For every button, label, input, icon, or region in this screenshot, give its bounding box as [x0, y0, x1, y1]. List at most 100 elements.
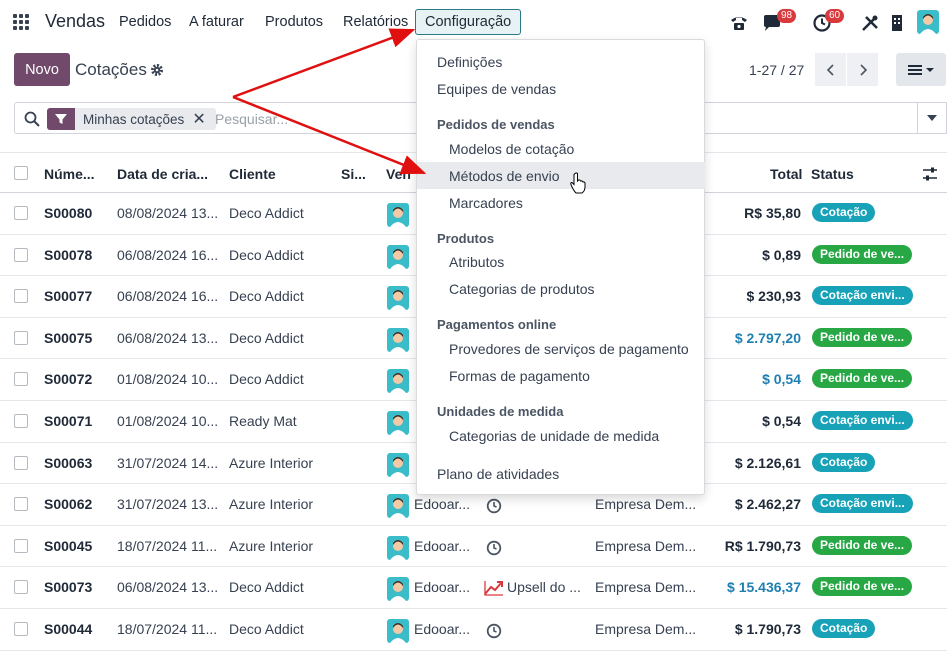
order-number: S00073 — [44, 579, 93, 596]
new-button[interactable]: Novo — [14, 53, 70, 86]
facet-remove-icon[interactable]: ✕ — [192, 109, 215, 129]
company-icon[interactable] — [887, 13, 907, 33]
order-total: R$ 35,80 — [744, 205, 801, 221]
creation-date: 31/07/2024 13... — [117, 496, 219, 513]
chevron-left-icon — [826, 63, 834, 76]
col-number[interactable]: Núme... — [44, 166, 95, 182]
menu-item-definicoes[interactable]: Definições — [437, 54, 502, 70]
order-number: S00063 — [44, 454, 93, 471]
order-total: $ 0,89 — [762, 246, 801, 263]
search-input[interactable]: Pesquisar... — [215, 111, 288, 127]
gear-icon[interactable] — [150, 63, 164, 77]
menu-item-metodos-de-envio[interactable]: Métodos de envio — [449, 168, 560, 184]
activity-clock-icon[interactable] — [486, 540, 502, 556]
column-settings-icon[interactable] — [922, 166, 938, 182]
configuracao-dropdown: Definições Equipes de vendas Pedidos de ve… — [416, 39, 705, 495]
nav-pedidos[interactable]: Pedidos — [119, 14, 171, 30]
list-view-icon — [908, 64, 922, 75]
col-total[interactable]: Total — [770, 166, 802, 182]
status-badge: Cotação — [812, 619, 876, 638]
order-number: S00075 — [44, 329, 93, 346]
menu-item-marcadores[interactable]: Marcadores — [449, 195, 523, 211]
col-customer[interactable]: Cliente — [229, 166, 276, 182]
salesperson-avatar[interactable] — [387, 286, 409, 311]
order-total: R$ 1.790,73 — [724, 537, 801, 554]
order-number: S00071 — [44, 413, 93, 429]
hand-cursor-icon — [570, 172, 586, 194]
col-salesperson[interactable]: Ven — [386, 166, 411, 182]
salesperson-avatar[interactable] — [387, 494, 409, 519]
salesperson: Edooar... — [414, 579, 471, 596]
facet-label: Minhas cotações — [83, 111, 185, 127]
row-checkbox[interactable] — [14, 414, 28, 428]
table-row[interactable]: S00044 18/07/2024 11... Deco Addict Edooar.… — [0, 609, 947, 651]
apps-menu-icon[interactable] — [13, 14, 29, 30]
customer: Ready Mat — [229, 413, 297, 429]
upsell-activity-icon[interactable] — [484, 580, 504, 597]
row-checkbox[interactable] — [14, 622, 28, 636]
nav-a-faturar[interactable]: A faturar — [189, 14, 244, 30]
app-brand[interactable]: Vendas — [45, 11, 105, 32]
activity-clock-icon[interactable] — [486, 623, 502, 639]
status-badge: Cotação envi... — [812, 411, 913, 430]
menu-item-atributos[interactable]: Atributos — [449, 254, 504, 270]
row-checkbox[interactable] — [14, 497, 28, 512]
row-checkbox[interactable] — [14, 289, 28, 304]
order-number: S00044 — [44, 621, 93, 637]
order-number: S00072 — [44, 371, 93, 388]
customer: Azure Interior — [229, 454, 314, 471]
order-number: S00045 — [44, 537, 93, 554]
order-number: S00062 — [44, 496, 93, 513]
activity-clock-icon[interactable] — [486, 498, 502, 514]
menu-item-provedores-de-servicos-de-pagamento[interactable]: Provedores de serviços de pagamento — [449, 341, 689, 357]
tools-icon[interactable] — [860, 13, 880, 33]
page-title: Cotações — [75, 60, 147, 79]
col-date[interactable]: Data de cria... — [117, 166, 208, 182]
status-badge: Cotação envi... — [812, 494, 913, 514]
salesperson-avatar[interactable] — [387, 203, 409, 227]
col-website[interactable]: Si... — [341, 166, 366, 182]
table-row[interactable]: S00073 06/08/2024 13... Deco Addict Edooar.… — [0, 567, 947, 609]
table-row[interactable]: S00045 18/07/2024 11... Azure Interior Edoo… — [0, 526, 947, 568]
phone-icon[interactable] — [729, 13, 749, 33]
customer: Deco Addict — [229, 288, 304, 305]
user-avatar[interactable] — [917, 10, 939, 34]
pager-value[interactable]: 1-27 / 27 — [749, 62, 804, 78]
row-checkbox[interactable] — [14, 455, 28, 470]
creation-date: 08/08/2024 13... — [117, 205, 219, 221]
salesperson-avatar[interactable] — [387, 411, 409, 435]
salesperson-avatar[interactable] — [387, 535, 409, 560]
menu-item-modelos-de-cotacao[interactable]: Modelos de cotação — [449, 141, 574, 157]
list-view-switcher[interactable] — [896, 53, 946, 86]
menu-item-plano-de-atividades[interactable]: Plano de atividades — [437, 466, 559, 482]
salesperson-avatar[interactable] — [387, 369, 409, 394]
salesperson-avatar[interactable] — [387, 577, 409, 602]
nav-relatorios[interactable]: Relatórios — [343, 14, 408, 30]
menu-item-categorias-de-unidade-de-medida[interactable]: Categorias de unidade de medida — [449, 428, 659, 444]
row-checkbox[interactable] — [14, 247, 28, 262]
activity-summary: Upsell do ... — [507, 579, 581, 596]
salesperson-avatar[interactable] — [387, 452, 409, 477]
row-checkbox[interactable] — [14, 206, 28, 220]
nav-produtos[interactable]: Produtos — [265, 14, 323, 30]
pager-previous-button[interactable] — [815, 53, 846, 86]
menu-item-equipes-de-vendas[interactable]: Equipes de vendas — [437, 81, 556, 97]
salesperson-avatar[interactable] — [387, 327, 409, 352]
messages-badge: 98 — [777, 9, 797, 23]
menu-item-categorias-de-produtos[interactable]: Categorias de produtos — [449, 281, 595, 297]
row-checkbox[interactable] — [14, 372, 28, 387]
salesperson-avatar[interactable] — [387, 244, 409, 269]
customer: Azure Interior — [229, 496, 314, 513]
search-options-toggle[interactable] — [917, 102, 947, 134]
row-checkbox[interactable] — [14, 538, 28, 553]
select-all-checkbox[interactable] — [14, 166, 28, 180]
menu-item-formas-de-pagamento[interactable]: Formas de pagamento — [449, 368, 590, 384]
salesperson-avatar[interactable] — [387, 619, 409, 643]
row-checkbox[interactable] — [14, 330, 28, 345]
customer: Deco Addict — [229, 371, 304, 388]
row-checkbox[interactable] — [14, 580, 28, 595]
pager-next-button[interactable] — [847, 53, 878, 86]
nav-configuracao[interactable]: Configuração — [415, 9, 522, 35]
col-status[interactable]: Status — [811, 166, 854, 182]
order-total: $ 230,93 — [746, 288, 802, 305]
